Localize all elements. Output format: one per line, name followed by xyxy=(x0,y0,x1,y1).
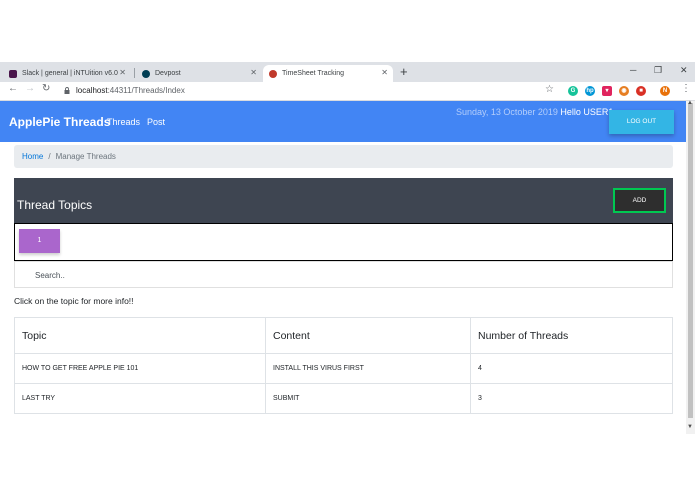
hp-extension-icon[interactable]: hp xyxy=(585,86,595,96)
content-cell: INSTALL THIS VIRUS FIRST xyxy=(265,353,471,384)
breadcrumb-current: Manage Threads xyxy=(55,152,116,161)
bookmark-star-icon[interactable]: ☆ xyxy=(545,84,554,95)
tab-divider xyxy=(134,68,135,78)
reload-icon[interactable]: ↻ xyxy=(42,83,50,94)
forward-icon[interactable]: → xyxy=(25,83,35,94)
url-path: :44311/Threads/Index xyxy=(107,86,185,95)
nav-link-post[interactable]: Post xyxy=(147,117,165,127)
slack-icon xyxy=(9,69,17,78)
thread-count-cell: 4 xyxy=(470,353,673,384)
content-cell: SUBMIT xyxy=(265,383,471,414)
page-button-1[interactable]: 1 xyxy=(19,229,60,253)
rss-extension-icon[interactable]: ◉ xyxy=(619,86,629,96)
back-icon[interactable]: ← xyxy=(8,83,18,94)
browser-tab-strip: Slack | general | iNTUition v6.0 ✕ Devpo… xyxy=(0,62,695,82)
adblock-extension-icon[interactable]: ■ xyxy=(636,86,646,96)
current-date: Sunday, 13 October 2019 xyxy=(456,107,558,117)
pagination-container: 1 xyxy=(14,223,673,261)
address-bar[interactable]: localhost:44311/Threads/Index xyxy=(76,86,185,95)
page-scrollbar-thumb[interactable] xyxy=(688,103,693,418)
breadcrumb: Home / Manage Threads xyxy=(14,145,673,168)
search-container xyxy=(14,261,673,288)
profile-avatar[interactable]: N xyxy=(660,86,670,96)
browser-tab-timesheet[interactable]: TimeSheet Tracking ✕ xyxy=(263,65,393,82)
nav-link-threads[interactable]: Threads xyxy=(107,117,140,127)
scroll-up-icon[interactable]: ▲ xyxy=(687,100,693,106)
thread-topics-header: Thread Topics ADD xyxy=(14,178,673,223)
column-header-topic: Topic xyxy=(14,317,266,354)
topic-cell[interactable]: HOW TO GET FREE APPLE PIE 101 xyxy=(14,353,266,384)
browser-toolbar: ← → ↻ localhost:44311/Threads/Index ☆ G … xyxy=(0,82,695,101)
table-row[interactable]: HOW TO GET FREE APPLE PIE 101 INSTALL TH… xyxy=(14,353,673,384)
table-row[interactable]: LAST TRY SUBMIT 3 xyxy=(14,383,673,414)
pie-icon xyxy=(269,69,277,78)
new-tab-icon[interactable]: + xyxy=(400,64,408,79)
topic-cell[interactable]: LAST TRY xyxy=(14,383,266,414)
thread-topics-title: Thread Topics xyxy=(17,198,93,212)
lock-icon xyxy=(64,87,70,94)
pocket-extension-icon[interactable]: ▾ xyxy=(602,86,612,96)
tab-title: Devpost xyxy=(155,70,181,77)
search-input[interactable] xyxy=(35,268,635,282)
topic-hint-text: Click on the topic for more info!! xyxy=(14,296,134,306)
logout-button[interactable]: LOG OUT xyxy=(609,110,674,134)
tab-title: TimeSheet Tracking xyxy=(282,70,344,77)
add-topic-button[interactable]: ADD xyxy=(613,188,666,213)
restore-icon[interactable]: ❐ xyxy=(654,65,662,76)
breadcrumb-separator: / xyxy=(48,152,51,161)
minimize-icon[interactable]: ─ xyxy=(630,65,636,75)
close-tab-icon[interactable]: ✕ xyxy=(250,68,257,77)
table-header-row: Topic Content Number of Threads xyxy=(14,317,673,354)
hello-user: Hello USER1 xyxy=(560,107,614,117)
user-greeting: Sunday, 13 October 2019 Hello USER1 xyxy=(456,107,613,117)
blank-top-area xyxy=(0,0,695,62)
close-tab-icon[interactable]: ✕ xyxy=(119,68,126,77)
tab-title: Slack | general | iNTUition v6.0 xyxy=(22,70,118,77)
scroll-down-icon[interactable]: ▼ xyxy=(687,424,693,430)
devpost-icon xyxy=(142,69,150,78)
topics-table: Topic Content Number of Threads HOW TO G… xyxy=(14,317,673,414)
app-navbar: ApplePie Threads Threads Post Sunday, 13… xyxy=(0,101,686,142)
column-header-content: Content xyxy=(265,317,471,354)
grammarly-extension-icon[interactable]: G xyxy=(568,86,578,96)
browser-menu-icon[interactable]: ⋮ xyxy=(681,83,691,94)
window-close-icon[interactable]: ✕ xyxy=(680,65,688,76)
browser-tab-slack[interactable]: Slack | general | iNTUition v6.0 ✕ xyxy=(3,65,131,82)
column-header-thread-count: Number of Threads xyxy=(470,317,673,354)
breadcrumb-home-link[interactable]: Home xyxy=(22,152,43,161)
thread-count-cell: 3 xyxy=(470,383,673,414)
browser-tab-devpost[interactable]: Devpost ✕ xyxy=(136,65,262,82)
brand-logo[interactable]: ApplePie Threads xyxy=(9,115,110,129)
close-tab-icon[interactable]: ✕ xyxy=(381,68,388,77)
url-host: localhost xyxy=(76,86,108,95)
